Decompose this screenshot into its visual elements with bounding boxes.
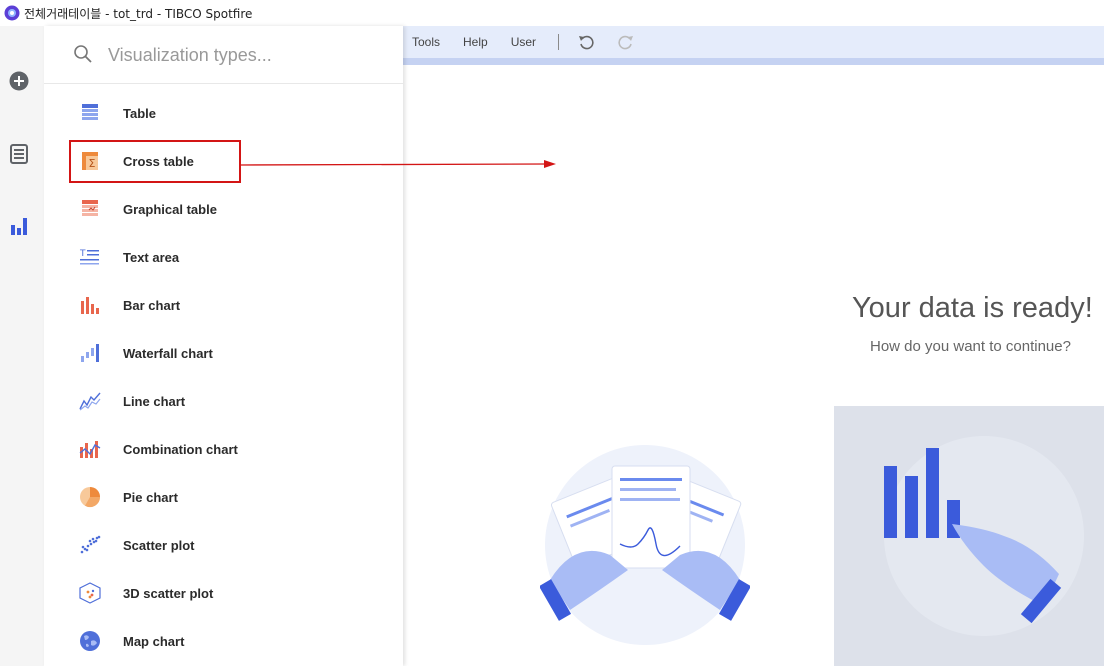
- svg-text:T: T: [79, 249, 86, 259]
- viz-item-label: Waterfall chart: [123, 345, 213, 361]
- viz-item-label: Graphical table: [123, 201, 217, 217]
- menu-help[interactable]: Help: [463, 35, 488, 49]
- viz-item-combination-chart[interactable]: Combination chart: [70, 429, 390, 469]
- viz-item-label: Pie chart: [123, 489, 178, 505]
- window-title: 전체거래테이블 - tot_trd - TIBCO Spotfire: [24, 6, 253, 21]
- table-icon: [79, 102, 101, 124]
- redo-icon: [618, 35, 634, 50]
- 3d-scatter-plot-icon: [79, 582, 101, 604]
- bar-chart-hand-illustration: [884, 436, 1084, 636]
- bar-chart-icon: [11, 218, 27, 235]
- viz-item-label: Line chart: [123, 393, 186, 409]
- pie-chart-icon: [79, 486, 101, 508]
- line-chart-icon: [79, 390, 101, 412]
- viz-item-label: 3D scatter plot: [123, 585, 214, 601]
- visualization-types-panel: Table Σ Cross table Graphical table: [44, 26, 403, 666]
- menubar: Tools Help User: [403, 26, 1104, 58]
- add-circle-icon: [9, 71, 29, 91]
- documents-illustration: [540, 445, 750, 645]
- viz-item-graphical-table[interactable]: Graphical table: [70, 189, 390, 229]
- viz-item-label: Combination chart: [123, 441, 238, 457]
- map-chart-icon: [79, 630, 101, 652]
- viz-item-scatter-plot[interactable]: Scatter plot: [70, 525, 390, 565]
- visualizations-button[interactable]: [8, 215, 30, 237]
- menu-separator: [558, 34, 560, 50]
- page-title: Your data is ready!: [852, 292, 1093, 324]
- menu-user[interactable]: User: [511, 35, 536, 49]
- viz-search-input[interactable]: [106, 40, 380, 70]
- data-list-icon: [10, 144, 28, 164]
- text-area-icon: T: [79, 246, 101, 268]
- viz-item-line-chart[interactable]: Line chart: [70, 381, 390, 421]
- menubar-underline: [403, 58, 1104, 65]
- add-data-button[interactable]: [8, 70, 30, 92]
- viz-item-table[interactable]: Table: [70, 93, 390, 133]
- viz-item-text-area[interactable]: T Text area: [70, 237, 390, 277]
- viz-item-label: Scatter plot: [123, 537, 195, 553]
- scatter-plot-icon: [79, 534, 101, 556]
- data-panel-button[interactable]: [8, 143, 30, 165]
- bar-chart-icon: [79, 294, 101, 316]
- graphical-table-icon: [79, 198, 101, 220]
- combination-chart-icon: [79, 438, 101, 460]
- annotation-arrow: [240, 160, 556, 168]
- undo-button[interactable]: [577, 33, 595, 51]
- viz-item-label: Bar chart: [123, 297, 181, 313]
- viz-item-map-chart[interactable]: Map chart: [70, 621, 390, 661]
- waterfall-chart-icon: [79, 342, 101, 364]
- viz-item-waterfall-chart[interactable]: Waterfall chart: [70, 333, 390, 373]
- viz-item-3d-scatter-plot[interactable]: 3D scatter plot: [70, 573, 390, 613]
- viz-item-pie-chart[interactable]: Pie chart: [70, 477, 390, 517]
- viz-search-row: [44, 26, 403, 84]
- left-rail: [0, 26, 45, 666]
- visualize-option-card[interactable]: [834, 406, 1104, 666]
- redo-button[interactable]: [617, 33, 635, 51]
- menu-tools[interactable]: Tools: [412, 35, 440, 49]
- viz-item-label: Map chart: [123, 633, 185, 649]
- annotation-highlight-box: [69, 140, 241, 183]
- undo-icon: [579, 35, 594, 50]
- spotfire-app-icon: [4, 5, 20, 21]
- page-subtitle: How do you want to continue?: [870, 338, 1071, 355]
- search-icon: [74, 45, 92, 63]
- viz-item-label: Text area: [123, 249, 180, 265]
- viz-item-bar-chart[interactable]: Bar chart: [70, 285, 390, 325]
- title-bar: 전체거래테이블 - tot_trd - TIBCO Spotfire: [0, 0, 1104, 26]
- viz-item-label: Table: [123, 105, 156, 121]
